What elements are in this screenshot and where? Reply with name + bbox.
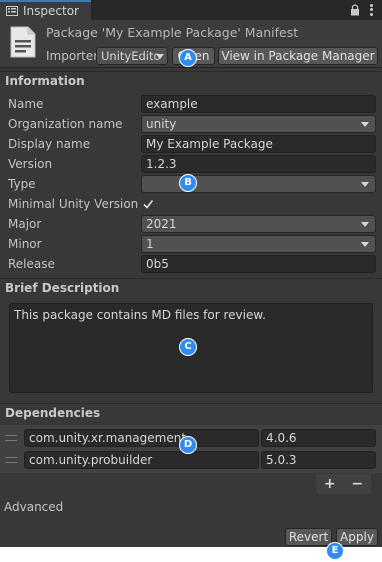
file-icon xyxy=(10,26,36,58)
dependencies-heading: Dependencies xyxy=(0,403,382,422)
callout-marker-b: B xyxy=(179,174,197,192)
minor-value: 1 xyxy=(146,237,154,251)
importer-dropdown[interactable]: UnityEdito xyxy=(96,47,168,65)
organization-name-value: unity xyxy=(146,117,177,131)
major-label: Major xyxy=(8,217,42,231)
inspector-panel: Inspector Package 'My Example Package' M… xyxy=(0,0,382,547)
brief-description-heading: Brief Description xyxy=(0,278,382,297)
organization-name-dropdown[interactable]: unity xyxy=(141,115,376,133)
remove-dependency-button[interactable]: − xyxy=(351,476,363,492)
release-field[interactable]: 0b5 xyxy=(141,255,376,273)
organization-name-label: Organization name xyxy=(8,117,123,131)
minimal-unity-version-label: Minimal Unity Version xyxy=(8,197,139,211)
minor-dropdown[interactable]: 1 xyxy=(141,235,376,253)
more-options-icon[interactable] xyxy=(368,3,374,17)
header-title: Package 'My Example Package' Manifest xyxy=(46,25,299,40)
view-in-package-manager-button[interactable]: View in Package Manager xyxy=(218,47,378,65)
revert-button[interactable]: Revert xyxy=(285,528,332,546)
information-heading: Information xyxy=(0,71,382,90)
chevron-down-icon xyxy=(361,222,369,227)
tab-inspector[interactable]: Inspector xyxy=(0,0,91,20)
tab-bar: Inspector xyxy=(0,0,382,20)
advanced-foldout[interactable]: Advanced xyxy=(4,500,63,514)
checkmark-icon xyxy=(143,200,154,209)
dependency-version-field[interactable]: 5.0.3 xyxy=(261,451,376,469)
name-label: Name xyxy=(8,97,44,111)
release-label: Release xyxy=(8,257,55,271)
major-value: 2021 xyxy=(146,217,177,231)
version-label: Version xyxy=(8,157,53,171)
chevron-down-icon xyxy=(361,182,369,187)
drag-handle-icon[interactable] xyxy=(5,435,17,441)
add-dependency-button[interactable]: + xyxy=(324,476,336,492)
chevron-down-icon xyxy=(361,242,369,247)
drag-handle-icon[interactable] xyxy=(5,457,17,463)
type-label: Type xyxy=(8,177,36,191)
minor-label: Minor xyxy=(8,237,42,251)
importer-value: UnityEdito xyxy=(101,49,161,63)
dependency-name-field[interactable]: com.unity.xr.management xyxy=(24,429,259,447)
callout-marker-d: D xyxy=(179,436,197,454)
name-field[interactable]: example xyxy=(141,95,376,113)
dependency-name-field[interactable]: com.unity.probuilder xyxy=(24,451,259,469)
type-dropdown[interactable] xyxy=(141,175,376,193)
apply-button[interactable]: Apply xyxy=(336,528,378,546)
chevron-down-icon xyxy=(361,122,369,127)
display-name-field[interactable]: My Example Package xyxy=(141,135,376,153)
callout-marker-a: A xyxy=(179,49,197,67)
list-add-remove-controls: + − xyxy=(316,474,371,494)
importer-label: Importer xyxy=(46,49,99,63)
lock-icon[interactable] xyxy=(350,4,360,16)
callout-marker-c: C xyxy=(179,338,197,356)
callout-marker-e: E xyxy=(326,542,344,560)
version-field[interactable]: 1.2.3 xyxy=(141,155,376,173)
info-icon xyxy=(6,6,18,16)
display-name-label: Display name xyxy=(8,137,91,151)
dependency-version-field[interactable]: 4.0.6 xyxy=(261,429,376,447)
chevron-down-icon xyxy=(156,54,164,59)
major-dropdown[interactable]: 2021 xyxy=(141,215,376,233)
tab-label: Inspector xyxy=(23,4,79,18)
minimal-unity-version-checkbox[interactable] xyxy=(141,197,155,211)
